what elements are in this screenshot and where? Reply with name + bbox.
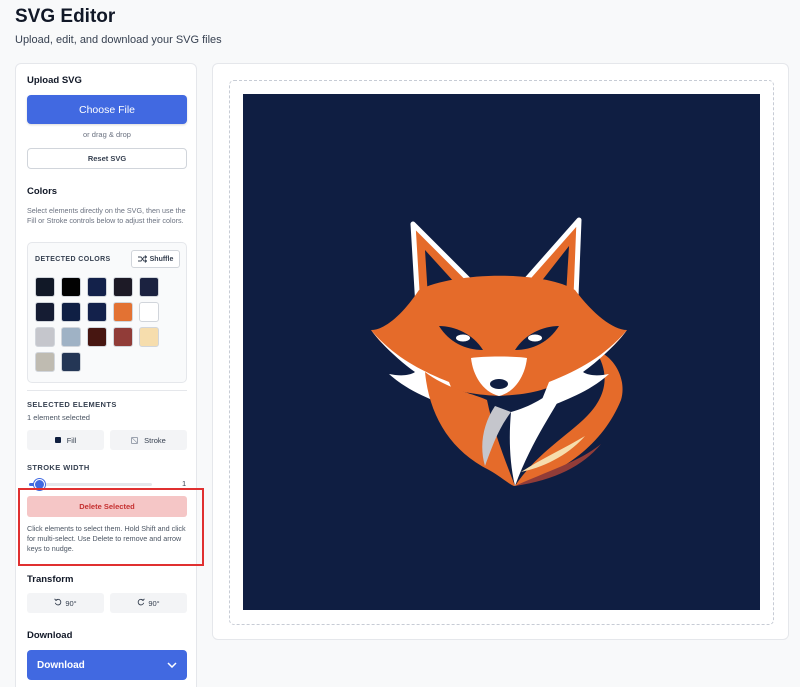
color-swatch[interactable]	[87, 327, 107, 347]
color-swatch[interactable]	[113, 302, 133, 322]
fox-left-eye[interactable]	[456, 334, 470, 342]
color-swatch[interactable]	[87, 277, 107, 297]
rotate-cw-icon	[137, 598, 146, 608]
sidebar: Upload SVG Choose File or drag & drop Re…	[15, 63, 197, 687]
download-label: Download	[37, 659, 85, 671]
stroke-button[interactable]: Stroke	[110, 430, 187, 450]
color-swatch[interactable]	[35, 277, 55, 297]
color-swatch[interactable]	[139, 302, 159, 322]
transform-section-title: Transform	[27, 574, 74, 585]
stroke-label: Stroke	[144, 435, 166, 445]
svg-canvas[interactable]	[243, 94, 760, 610]
reset-svg-button[interactable]: Reset SVG	[27, 148, 187, 169]
fill-button[interactable]: Fill	[27, 430, 104, 450]
shuffle-label: Shuffle	[149, 255, 174, 263]
upload-section-title: Upload SVG	[27, 75, 82, 86]
color-swatch[interactable]	[61, 327, 81, 347]
download-section-title: Download	[27, 630, 73, 641]
svg-drop-area[interactable]	[229, 80, 774, 625]
stroke-width-title: STROKE WIDTH	[27, 463, 90, 472]
colors-section-title: Colors	[27, 186, 58, 197]
drag-drop-hint: or drag & drop	[83, 130, 131, 139]
selected-count: 1 element selected	[27, 413, 90, 422]
shuffle-icon	[137, 255, 147, 263]
color-swatch[interactable]	[35, 352, 55, 372]
choose-file-button[interactable]: Choose File	[27, 95, 187, 124]
fill-label: Fill	[66, 435, 77, 445]
detected-colors-label: DETECTED COLORS	[35, 256, 111, 263]
page-title: SVG Editor	[15, 6, 116, 27]
stroke-width-value: 1	[182, 479, 187, 488]
rotate-ccw-icon	[54, 598, 62, 608]
preview-panel	[212, 63, 789, 640]
color-swatch[interactable]	[87, 302, 107, 322]
selected-elements-title: SELECTED ELEMENTS	[27, 400, 117, 409]
stroke-swatch-icon	[131, 436, 139, 444]
color-swatch[interactable]	[35, 327, 55, 347]
color-swatch[interactable]	[35, 302, 55, 322]
page-subtitle: Upload, edit, and download your SVG file…	[15, 34, 222, 46]
color-swatch[interactable]	[113, 277, 133, 297]
color-swatch[interactable]	[139, 277, 159, 297]
color-swatch[interactable]	[61, 352, 81, 372]
shuffle-button[interactable]: Shuffle	[131, 250, 180, 268]
highlight-annotation	[18, 488, 204, 566]
fox-logo-image[interactable]	[243, 94, 760, 610]
rotate-left-button[interactable]: 90°	[27, 593, 104, 613]
download-button[interactable]: Download	[27, 650, 187, 680]
chevron-down-icon[interactable]	[167, 660, 177, 671]
divider	[27, 390, 187, 391]
color-swatch[interactable]	[139, 327, 159, 347]
stroke-width-slider[interactable]	[29, 479, 152, 490]
colors-description: Select elements directly on the SVG, the…	[27, 206, 186, 225]
detected-colors-panel: DETECTED COLORS Shuffle	[27, 242, 187, 383]
fill-swatch-icon	[54, 437, 61, 443]
rotate-left-label: 90°	[65, 598, 77, 608]
rotate-right-label: 90°	[148, 598, 160, 608]
color-swatch[interactable]	[61, 277, 81, 297]
color-swatch[interactable]	[113, 327, 133, 347]
color-swatch[interactable]	[61, 302, 81, 322]
rotate-right-button[interactable]: 90°	[110, 593, 187, 613]
fox-nose[interactable]	[490, 379, 508, 389]
fox-right-eye[interactable]	[528, 334, 542, 342]
